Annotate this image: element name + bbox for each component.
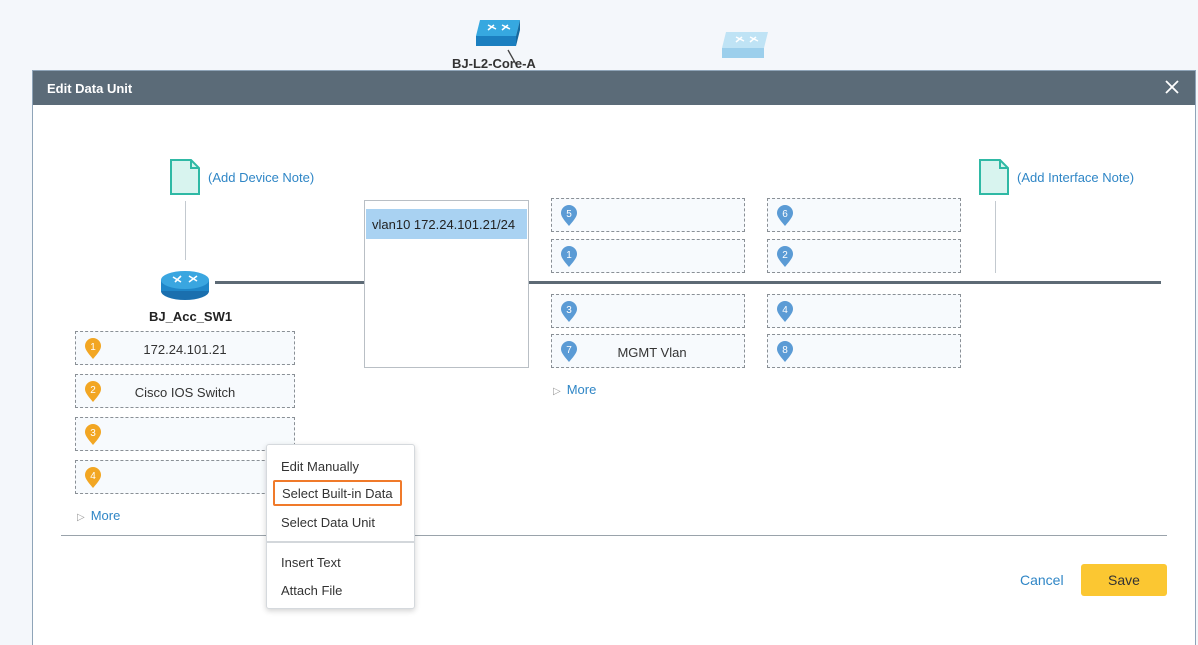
orange-pin-icon: 4 — [85, 467, 101, 488]
interface-list-item[interactable]: vlan10 172.24.101.21/24 — [366, 209, 527, 239]
footer-divider — [61, 535, 1167, 536]
menu-item-select-built-in-data[interactable]: Select Built-in Data — [273, 480, 402, 506]
interface-note-connector — [995, 201, 996, 273]
interface-field-8[interactable]: 8 — [767, 334, 961, 368]
interface-note-document-icon[interactable] — [978, 158, 1010, 196]
interface-field-2[interactable]: 2 — [767, 239, 961, 273]
router-icon[interactable] — [159, 267, 211, 301]
menu-item-edit-manually[interactable]: Edit Manually — [281, 459, 359, 474]
link-line-left — [215, 281, 365, 284]
save-button[interactable]: Save — [1081, 564, 1167, 596]
device-name: BJ_Acc_SW1 — [149, 309, 233, 324]
device-field-value: 172.24.101.21 — [143, 342, 227, 357]
add-interface-note-link[interactable]: (Add Interface Note) — [1017, 170, 1134, 185]
blue-pin-icon: 4 — [777, 301, 793, 322]
triangle-right-icon: ▷ — [553, 386, 561, 397]
device-field-3[interactable]: 3 — [75, 417, 295, 451]
dialog-title: Edit Data Unit — [47, 81, 133, 96]
edit-data-unit-dialog: Edit Data Unit (Add Device Note) (Add In… — [32, 70, 1196, 645]
svg-text:6: 6 — [782, 209, 788, 220]
close-icon[interactable] — [1163, 77, 1181, 97]
device-note-connector — [185, 201, 186, 260]
svg-text:3: 3 — [566, 305, 572, 316]
blue-pin-icon: 2 — [777, 246, 793, 267]
svg-text:1: 1 — [566, 250, 572, 261]
svg-text:4: 4 — [782, 305, 788, 316]
blue-pin-icon: 8 — [777, 341, 793, 362]
svg-text:4: 4 — [90, 471, 96, 482]
device-field-4[interactable]: 4 — [75, 460, 295, 494]
interface-list: vlan10 172.24.101.21/24 — [364, 200, 529, 368]
menu-separator — [267, 541, 414, 543]
device-field-1[interactable]: 1 172.24.101.21 — [75, 331, 295, 365]
device-field-2[interactable]: 2 Cisco IOS Switch — [75, 374, 295, 408]
svg-text:8: 8 — [782, 345, 788, 356]
orange-pin-icon: 3 — [85, 424, 101, 445]
blue-pin-icon: 1 — [561, 246, 577, 267]
menu-item-attach-file[interactable]: Attach File — [281, 583, 342, 598]
interface-field-6[interactable]: 6 — [767, 198, 961, 232]
core-switch-icon[interactable] — [472, 16, 524, 50]
svg-text:5: 5 — [566, 209, 572, 220]
interface-field-4[interactable]: 4 — [767, 294, 961, 328]
svg-text:2: 2 — [782, 250, 788, 261]
interface-more-label: More — [566, 382, 597, 397]
link-line-right — [529, 281, 1161, 284]
svg-text:3: 3 — [90, 428, 96, 439]
core-switch-label: BJ-L2-Core-A — [452, 56, 536, 71]
context-menu: Edit Manually Select Built-in Data Selec… — [266, 444, 415, 609]
device-more-link[interactable]: ▷ More — [77, 508, 120, 523]
triangle-right-icon: ▷ — [77, 512, 85, 523]
dialog-titlebar: Edit Data Unit — [33, 71, 1195, 105]
interface-field-5[interactable]: 5 — [551, 198, 745, 232]
blue-pin-icon: 6 — [777, 205, 793, 226]
device-more-label: More — [90, 508, 121, 523]
device-note-document-icon[interactable] — [169, 158, 201, 196]
cancel-button[interactable]: Cancel — [1020, 572, 1064, 588]
blue-pin-icon: 3 — [561, 301, 577, 322]
interface-field-3[interactable]: 3 — [551, 294, 745, 328]
interface-field-1[interactable]: 1 — [551, 239, 745, 273]
add-device-note-link[interactable]: (Add Device Note) — [208, 170, 314, 185]
menu-item-select-data-unit[interactable]: Select Data Unit — [281, 515, 375, 530]
interface-field-value: MGMT Vlan — [617, 345, 687, 360]
switch-icon[interactable] — [718, 28, 772, 62]
device-field-value: Cisco IOS Switch — [134, 385, 236, 400]
menu-item-insert-text[interactable]: Insert Text — [281, 555, 341, 570]
interface-field-7[interactable]: 7 MGMT Vlan — [551, 334, 745, 368]
interface-more-link[interactable]: ▷ More — [553, 382, 596, 397]
blue-pin-icon: 5 — [561, 205, 577, 226]
